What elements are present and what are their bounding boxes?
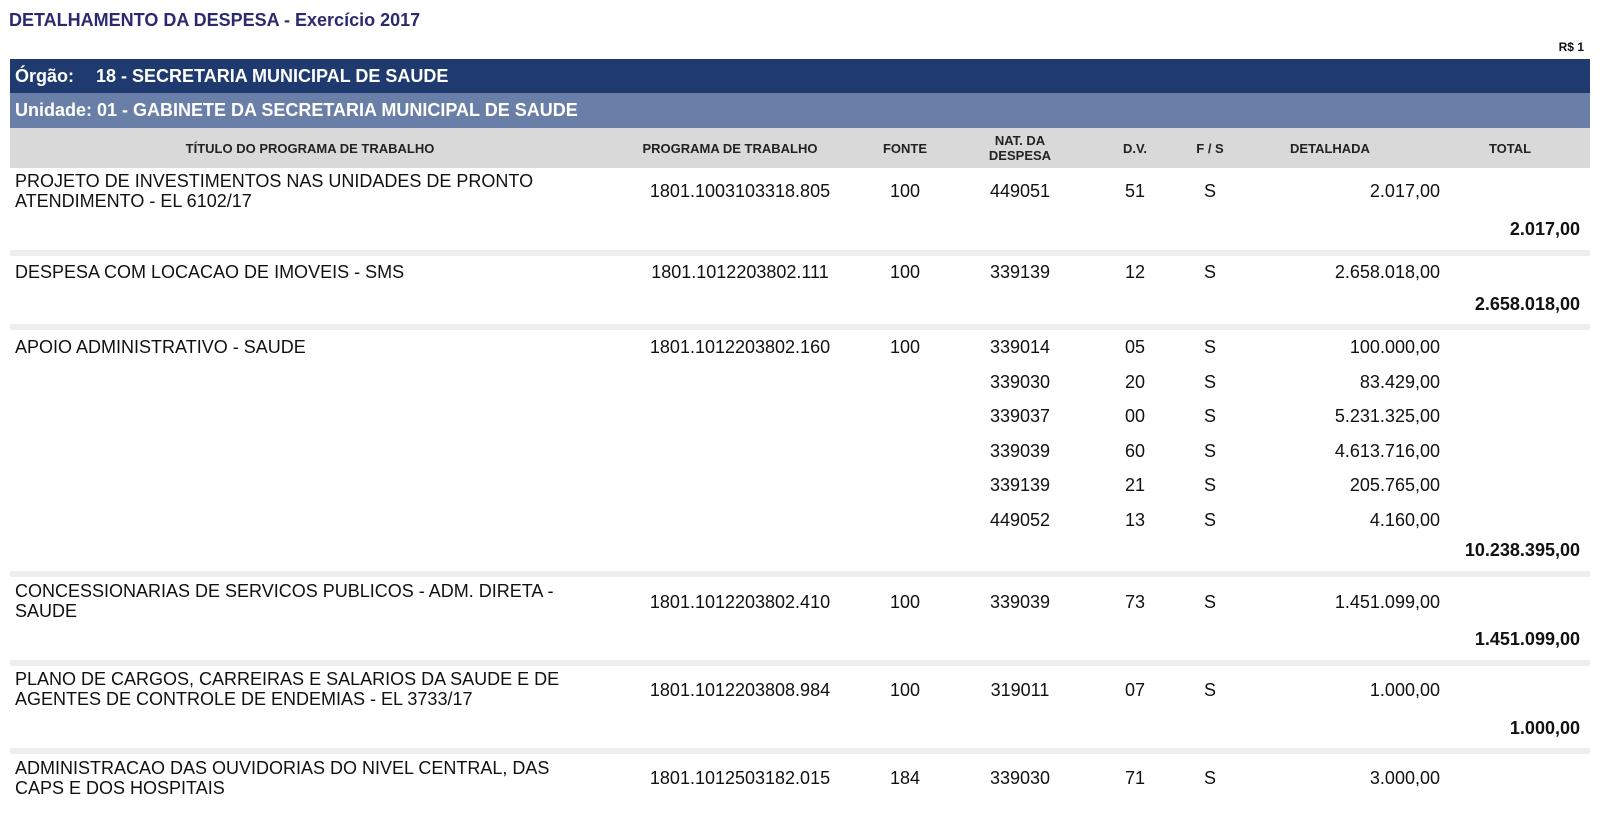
program-code: 1801.1012203802.410 [649, 592, 831, 612]
nat-value: 339030 [989, 768, 1051, 788]
program-title: PROJETO DE INVESTIMENTOS NAS UNIDADES DE… [15, 171, 534, 211]
table-header: TÍTULO DO PROGRAMA DE TRABALHO PROGRAMA … [10, 128, 1590, 168]
orgao-value: 18 - SECRETARIA MUNICIPAL DE SAUDE [96, 65, 449, 86]
nat-value: 449052 [989, 510, 1051, 530]
dv-value: 05 [1124, 337, 1146, 357]
row-separator [10, 748, 1590, 754]
nat-value: 339030 [989, 372, 1051, 392]
currency-unit: R$ 1 [1558, 40, 1584, 54]
fs-value: S [1203, 372, 1216, 392]
detalhada-value: 1.451.099,00 [1334, 592, 1440, 612]
nat-value: 339014 [989, 337, 1051, 357]
orgao-bar: Órgão: 18 - SECRETARIA MUNICIPAL DE SAUD… [10, 59, 1590, 93]
program-code: 1801.1012503182.015 [649, 768, 831, 788]
nat-value: 339039 [989, 592, 1051, 612]
table-row-group: ADMINISTRACAO DAS OUVIDORIAS DO NIVEL CE… [10, 758, 1590, 818]
detalhada-value: 83.429,00 [1359, 372, 1440, 392]
row-separator [10, 571, 1590, 577]
dv-value: 60 [1124, 441, 1146, 461]
fonte-value: 100 [889, 680, 921, 700]
detalhada-value: 4.613.716,00 [1334, 441, 1440, 461]
dv-value: 13 [1124, 510, 1146, 530]
group-total: 10.238.395,00 [1464, 540, 1580, 560]
fs-value: S [1203, 441, 1216, 461]
detalhada-value: 2.658.018,00 [1334, 262, 1440, 282]
group-total: 2.017,00 [1509, 219, 1580, 239]
program-code: 1801.1012203808.984 [649, 680, 831, 700]
table-row-group: DESPESA COM LOCACAO DE IMOVEIS - SMS 180… [10, 262, 1590, 322]
program-code: 1801.1012203802.160 [649, 337, 831, 357]
program-title: CONCESSIONARIAS DE SERVICOS PUBLICOS - A… [15, 581, 554, 621]
program-title: PLANO DE CARGOS, CARREIRAS E SALARIOS DA… [15, 669, 560, 709]
nat-value: 339039 [989, 441, 1051, 461]
unidade-text: Unidade: 01 - GABINETE DA SECRETARIA MUN… [15, 100, 578, 120]
fonte-value: 100 [889, 337, 921, 357]
dv-value: 07 [1124, 680, 1146, 700]
unidade-bar: Unidade: 01 - GABINETE DA SECRETARIA MUN… [10, 93, 1590, 128]
nat-value: 319011 [990, 680, 1050, 700]
col-header-dv: D.V. [1122, 140, 1148, 156]
detalhada-value: 5.231.325,00 [1334, 406, 1440, 426]
page-title: DETALHAMENTO DA DESPESA - Exercício 2017 [9, 10, 420, 31]
group-total: 2.658.018,00 [1474, 294, 1580, 314]
col-header-fs: F / S [1196, 140, 1224, 156]
dv-value: 00 [1124, 406, 1146, 426]
fonte-value: 100 [889, 181, 921, 201]
group-total: 1.451.099,00 [1474, 629, 1580, 649]
table-row-group: PROJETO DE INVESTIMENTOS NAS UNIDADES DE… [10, 171, 1590, 241]
dv-value: 51 [1124, 181, 1146, 201]
fonte-value: 100 [889, 262, 921, 282]
detalhada-value: 205.765,00 [1349, 475, 1440, 495]
program-code: 1801.1012203802.111 [651, 262, 829, 282]
detalhada-value: 4.160,00 [1369, 510, 1440, 530]
col-header-total: TOTAL [1488, 140, 1532, 156]
table-row-group: CONCESSIONARIAS DE SERVICOS PUBLICOS - A… [10, 581, 1590, 651]
fs-value: S [1203, 475, 1216, 495]
table-row-group: PLANO DE CARGOS, CARREIRAS E SALARIOS DA… [10, 669, 1590, 739]
program-title: DESPESA COM LOCACAO DE IMOVEIS - SMS [15, 262, 405, 282]
detalhada-value: 100.000,00 [1349, 337, 1440, 357]
nat-value: 339037 [989, 406, 1051, 426]
dv-value: 12 [1124, 262, 1146, 282]
detalhada-value: 1.000,00 [1369, 680, 1440, 700]
fs-value: S [1203, 680, 1216, 700]
fs-value: S [1203, 592, 1216, 612]
row-separator [10, 250, 1590, 256]
nat-value: 339139 [989, 262, 1051, 282]
nat-value: 449051 [989, 181, 1051, 201]
dv-value: 73 [1124, 592, 1146, 612]
col-header-programa: PROGRAMA DE TRABALHO [642, 140, 818, 156]
col-header-nat: NAT. DA DESPESA [988, 133, 1052, 163]
col-header-titulo: TÍTULO DO PROGRAMA DE TRABALHO [185, 140, 435, 156]
dv-value: 20 [1124, 372, 1146, 392]
detalhada-value: 2.017,00 [1369, 181, 1440, 201]
row-separator [10, 324, 1590, 330]
fs-value: S [1203, 337, 1216, 357]
orgao-label: Órgão: [15, 65, 75, 86]
program-title: APOIO ADMINISTRATIVO - SAUDE [15, 337, 306, 357]
group-total: 1.000,00 [1509, 718, 1580, 738]
fs-value: S [1203, 768, 1216, 788]
program-code: 1801.1003103318.805 [649, 181, 831, 201]
fs-value: S [1203, 510, 1216, 530]
fs-value: S [1203, 181, 1216, 201]
row-separator [10, 660, 1590, 666]
table-row-group: APOIO ADMINISTRATIVO - SAUDE 1801.101220… [10, 337, 1590, 567]
nat-value: 339139 [989, 475, 1051, 495]
fs-value: S [1203, 406, 1216, 426]
program-title: ADMINISTRACAO DAS OUVIDORIAS DO NIVEL CE… [15, 758, 550, 798]
report-title: DETALHAMENTO DA DESPESA [9, 10, 280, 30]
fonte-value: 184 [889, 768, 921, 788]
detalhada-value: 3.000,00 [1369, 768, 1440, 788]
dv-value: 71 [1124, 768, 1146, 788]
col-header-detalhada: DETALHADA [1290, 140, 1370, 156]
report-subtitle: - Exercício 2017 [279, 10, 421, 30]
dv-value: 21 [1124, 475, 1146, 495]
fs-value: S [1203, 262, 1216, 282]
fonte-value: 100 [889, 592, 921, 612]
col-header-fonte: FONTE [882, 140, 928, 156]
